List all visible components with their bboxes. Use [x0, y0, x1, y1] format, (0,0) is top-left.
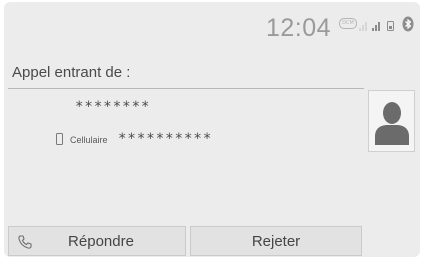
caller-number: ********** [118, 131, 213, 147]
contact-avatar [368, 90, 415, 152]
answer-button[interactable]: Répondre [8, 226, 186, 256]
reject-label: Rejeter [251, 232, 301, 250]
number-type-label: Cellulaire [70, 135, 108, 145]
phone-battery-icon [387, 21, 394, 31]
contact-avatar-icon [375, 102, 409, 145]
incoming-call-title: Appel entrant de : [12, 64, 131, 81]
phone-handset-icon [18, 235, 32, 249]
reject-button[interactable]: Rejeter [190, 226, 362, 256]
divider [8, 88, 364, 89]
dcm-badge-icon: DCM [339, 18, 357, 29]
incoming-call-screen: 12:04 DCM Appel entrant de : ******** Ce… [4, 2, 420, 257]
signal-faint-icon [359, 19, 369, 31]
bluetooth-icon [402, 16, 414, 32]
mobile-phone-icon [56, 133, 63, 145]
answer-label: Répondre [68, 232, 134, 250]
signal-icon [372, 21, 380, 31]
clock: 12:04 [266, 14, 332, 42]
caller-name: ******** [75, 99, 151, 115]
